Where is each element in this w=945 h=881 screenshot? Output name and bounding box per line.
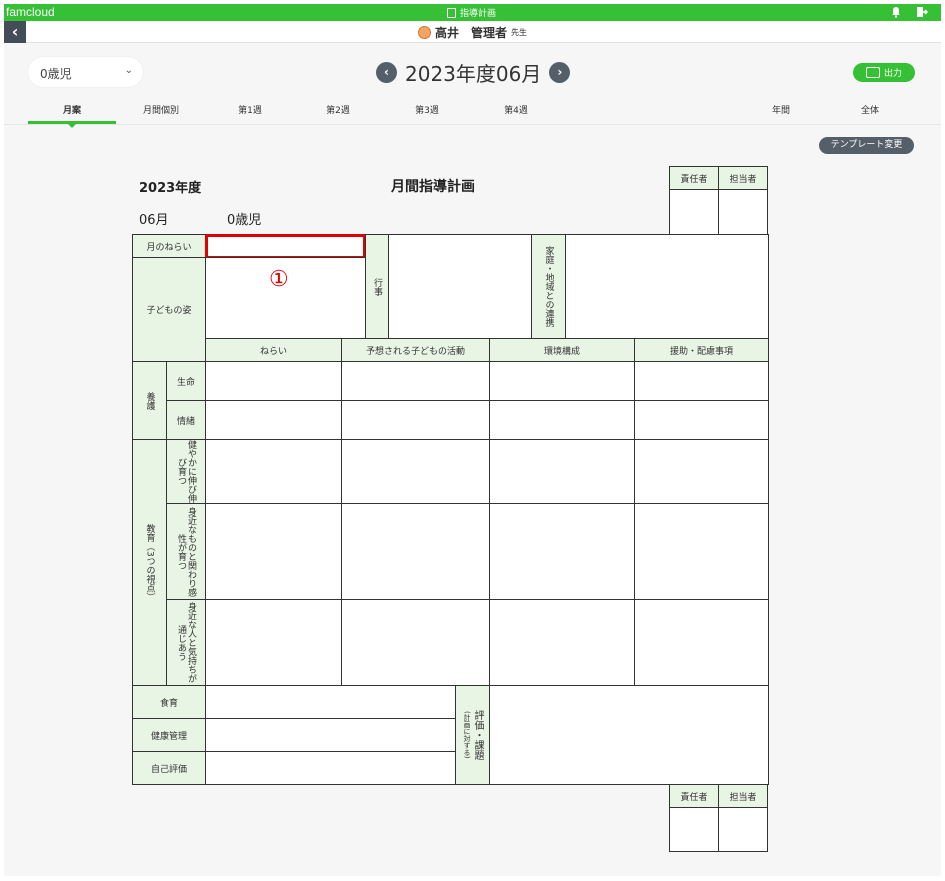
tab-monthly-individual[interactable]: 月間個別 bbox=[121, 103, 201, 116]
avatar bbox=[418, 26, 431, 39]
tab-bar: 月案 月間個別 第1週 第2週 第3週 第4週 年間 全体 bbox=[4, 99, 941, 128]
chevron-down-icon: ⌄ bbox=[124, 65, 133, 76]
doc-month: 06月 bbox=[139, 213, 169, 228]
sign-box-responsible-bottom[interactable] bbox=[669, 807, 719, 852]
evaluation-input[interactable] bbox=[489, 685, 769, 785]
back-button[interactable]: ‹ bbox=[4, 21, 26, 43]
doc-title: 月間指導計画 bbox=[391, 179, 475, 195]
table-cell[interactable] bbox=[341, 439, 490, 504]
doc-year: 2023年度 bbox=[139, 181, 202, 196]
table-cell[interactable] bbox=[634, 361, 769, 401]
family-input[interactable] bbox=[565, 234, 769, 339]
table-cell[interactable] bbox=[489, 439, 635, 504]
tab-overall[interactable]: 全体 bbox=[830, 103, 910, 116]
tab-monthly[interactable]: 月案 bbox=[32, 103, 112, 116]
column-header-aim: ねらい bbox=[205, 338, 342, 362]
print-label: 出力 bbox=[883, 69, 902, 79]
clipboard-icon bbox=[447, 7, 456, 18]
class-select[interactable]: 0歳児 ⌄ bbox=[28, 57, 143, 87]
column-header-activity: 予想される子どもの活動 bbox=[341, 338, 490, 362]
print-button[interactable]: 出力 bbox=[853, 63, 915, 82]
edu-row-people-label: 身近な人と気持ちが通じあう bbox=[166, 599, 206, 686]
edu-row-health-label: 健やかに伸び伸び育つ bbox=[166, 439, 206, 504]
sign-header-staff: 担当者 bbox=[718, 166, 768, 190]
table-cell[interactable] bbox=[634, 439, 769, 504]
user-info: 高井 管理者 先生 bbox=[418, 24, 527, 41]
class-select-value: 0歳児 bbox=[40, 67, 72, 81]
sign-box-staff-bottom[interactable] bbox=[718, 807, 768, 852]
evaluation-label-main: 評価・課題 bbox=[472, 710, 483, 760]
column-header-support: 援助・配慮事項 bbox=[634, 338, 769, 362]
doc-class: 0歳児 bbox=[227, 213, 262, 228]
main-content: 0歳児 ⌄ ‹ 2023年度06月 › 出力 月案 月間個別 第1週 第2週 第… bbox=[4, 43, 941, 876]
table-cell[interactable] bbox=[205, 400, 342, 440]
printer-icon bbox=[865, 67, 880, 78]
care-row-life-label: 生命 bbox=[166, 361, 206, 401]
logout-icon[interactable] bbox=[916, 6, 928, 18]
app-logo: famcloud bbox=[6, 5, 55, 19]
column-header-environment: 環境構成 bbox=[489, 338, 635, 362]
evaluation-label-sub: (計画に対する) bbox=[463, 711, 471, 759]
table-cell[interactable] bbox=[341, 400, 490, 440]
month-navigator: ‹ 2023年度06月 › bbox=[376, 58, 571, 87]
prev-month-button[interactable]: ‹ bbox=[376, 62, 397, 83]
self-evaluation-input[interactable] bbox=[205, 751, 456, 785]
child-profile-label: 子どもの姿 bbox=[132, 257, 206, 362]
table-cell[interactable] bbox=[634, 400, 769, 440]
user-honorific: 先生 bbox=[511, 28, 528, 37]
events-input[interactable] bbox=[388, 234, 532, 339]
page-label-text: 指導計画 bbox=[460, 9, 497, 19]
template-change-button[interactable]: テンプレート変更 bbox=[819, 137, 914, 154]
page-label: 指導計画 bbox=[447, 6, 496, 19]
table-cell[interactable] bbox=[205, 361, 342, 401]
care-label: 養護 bbox=[132, 361, 167, 440]
care-row-emotion-label: 情緒 bbox=[166, 400, 206, 440]
tab-week-3[interactable]: 第3週 bbox=[387, 103, 467, 116]
tab-week-1[interactable]: 第1週 bbox=[210, 103, 290, 116]
evaluation-label: 評価・課題 (計画に対する) bbox=[455, 685, 490, 785]
table-cell[interactable] bbox=[634, 503, 769, 600]
table-cell[interactable] bbox=[489, 599, 635, 686]
family-label: 家庭・地域との連携 bbox=[531, 234, 566, 339]
app-header: famcloud 指導計画 bbox=[4, 4, 941, 21]
events-label: 行事 bbox=[365, 234, 389, 339]
table-cell[interactable] bbox=[205, 503, 342, 600]
tab-yearly[interactable]: 年間 bbox=[741, 103, 821, 116]
table-cell[interactable] bbox=[341, 599, 490, 686]
sign-box-responsible[interactable] bbox=[669, 189, 719, 235]
sign-header-responsible: 責任者 bbox=[669, 166, 719, 190]
table-cell[interactable] bbox=[205, 599, 342, 686]
table-cell[interactable] bbox=[205, 439, 342, 504]
user-name: 高井 管理者 bbox=[435, 26, 508, 40]
edu-row-things-label: 身近なものと関わり感性が育つ bbox=[166, 503, 206, 600]
sign-header-staff-bottom: 担当者 bbox=[718, 784, 768, 808]
bell-icon[interactable] bbox=[890, 6, 902, 18]
health-management-label: 健康管理 bbox=[132, 718, 206, 752]
food-education-label: 食育 bbox=[132, 685, 206, 719]
user-bar: ‹ 高井 管理者 先生 bbox=[4, 21, 941, 43]
tab-week-2[interactable]: 第2週 bbox=[298, 103, 378, 116]
sign-box-staff[interactable] bbox=[718, 189, 768, 235]
table-cell[interactable] bbox=[634, 599, 769, 686]
table-cell[interactable] bbox=[341, 361, 490, 401]
table-cell[interactable] bbox=[489, 503, 635, 600]
active-tab-caret bbox=[67, 123, 77, 128]
highlight-box bbox=[205, 234, 366, 259]
food-education-input[interactable] bbox=[205, 685, 456, 719]
monthly-aim-label: 月のねらい bbox=[132, 234, 206, 258]
table-cell[interactable] bbox=[489, 400, 635, 440]
education-label: 教育（3つの視点） bbox=[132, 439, 167, 686]
self-evaluation-label: 自己評価 bbox=[132, 751, 206, 785]
table-cell[interactable] bbox=[341, 503, 490, 600]
tab-week-4[interactable]: 第4週 bbox=[476, 103, 556, 116]
next-month-button[interactable]: › bbox=[549, 62, 571, 83]
monthly-plan-sheet: 2023年度 月間指導計画 06月 0歳児 責任者 担当者 月のねらい 子どもの… bbox=[132, 166, 769, 856]
health-management-input[interactable] bbox=[205, 718, 456, 752]
annotation-marker: ① bbox=[269, 267, 289, 292]
sign-header-responsible-bottom: 責任者 bbox=[669, 784, 719, 808]
month-title: 2023年度06月 bbox=[405, 62, 542, 86]
table-cell[interactable] bbox=[489, 361, 635, 401]
